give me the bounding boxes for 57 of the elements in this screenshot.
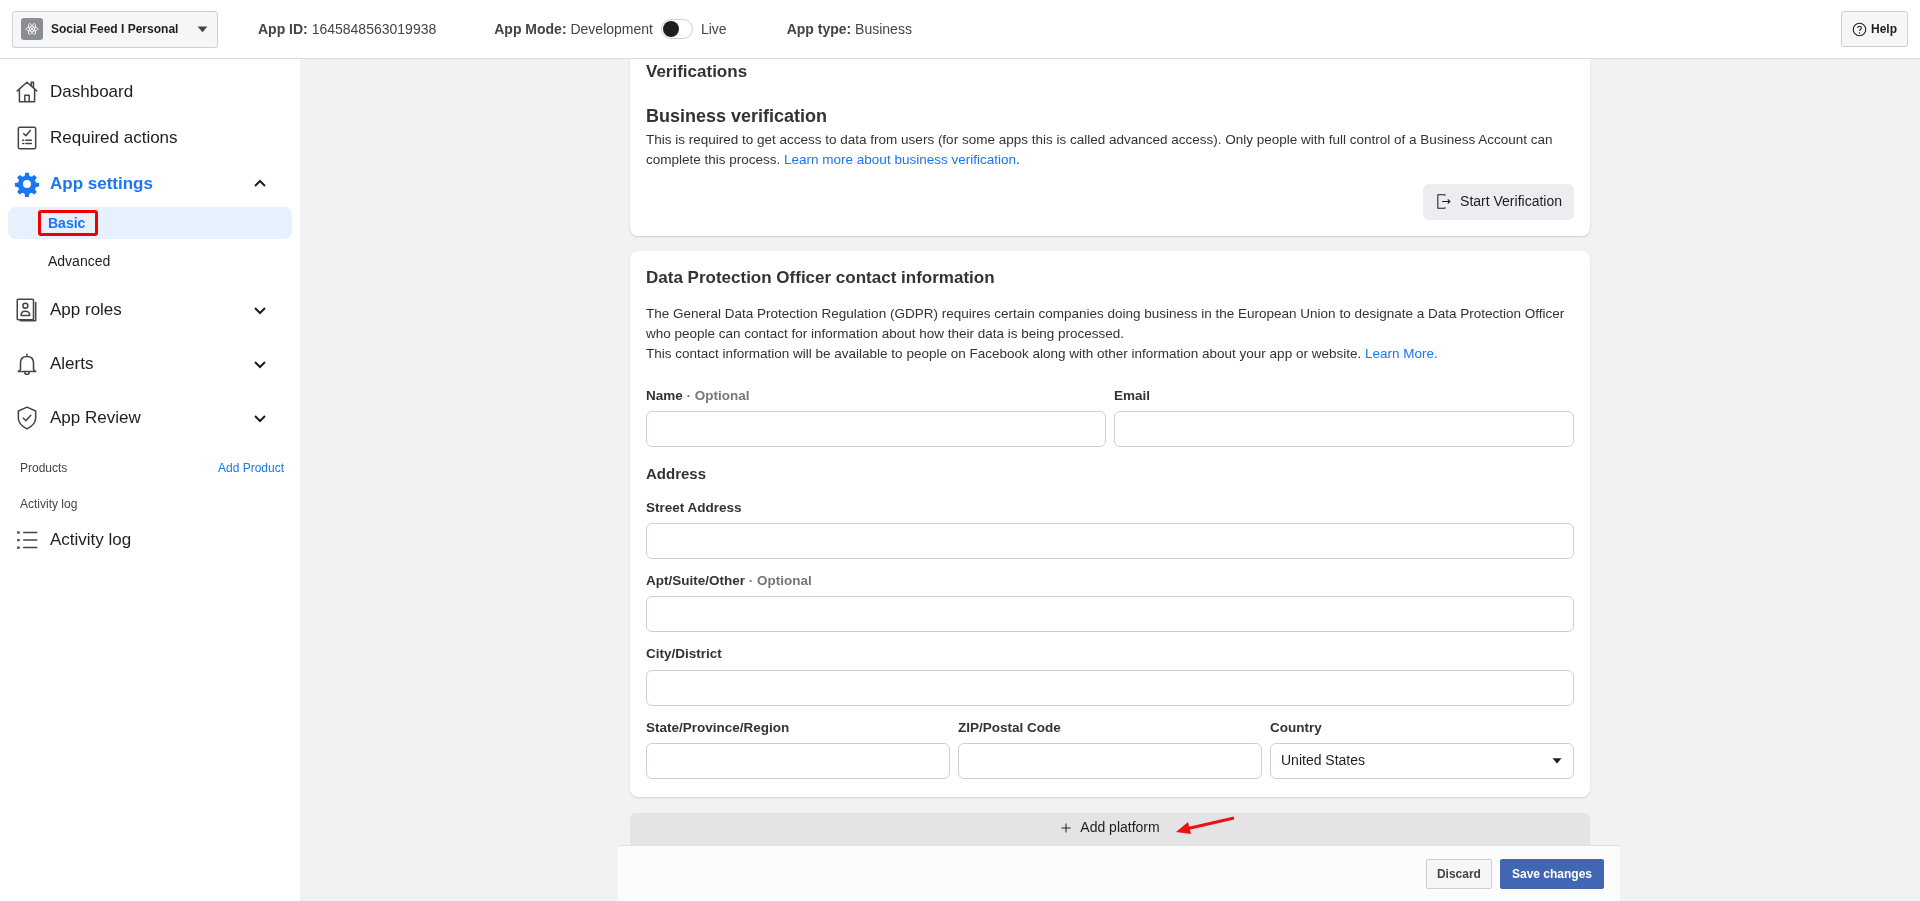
sidebar-item[interactable]: Dashboard xyxy=(0,69,300,115)
plus-icon xyxy=(1060,822,1073,835)
add-platform-button[interactable]: Add platform xyxy=(1056,817,1164,836)
field-label: State/Province/Region xyxy=(646,718,791,737)
sidebar-item[interactable]: App settings xyxy=(0,161,300,207)
input-field[interactable] xyxy=(1114,411,1574,448)
app-id-text: App ID: 1645848563019938 xyxy=(258,19,437,39)
input-field[interactable] xyxy=(646,523,1574,559)
field-label: Street Address xyxy=(646,498,743,517)
description-text: This is required to get access to data from users (for some apps this is called advanced access). Only people with full control of a Business Account can complete this process. Learn more about business verification. xyxy=(646,130,1554,169)
add-product-link[interactable]: Add Product xyxy=(217,459,284,477)
learn-more-link[interactable]: Learn More. xyxy=(1364,346,1438,361)
description-text: The General Data Protection Regulation (GDPR) requires certain companies doing business in the European Union to designate a Data Protection Officer who people can contact for information about how their data is being processed. xyxy=(646,305,1566,343)
discard-button[interactable]: Discard xyxy=(1425,858,1492,889)
section-label: Activity log xyxy=(19,496,79,513)
gear-icon xyxy=(14,171,40,197)
sidebar-item[interactable]: Required actions xyxy=(0,115,300,161)
address-heading: Address xyxy=(646,464,708,485)
input-field[interactable] xyxy=(646,669,1574,706)
field-label: Name · Optional xyxy=(646,387,751,405)
sidebar-item[interactable]: App Review xyxy=(0,391,300,445)
field-label: Email xyxy=(1114,387,1152,405)
card-title: Data Protection Officer contact information xyxy=(646,266,996,289)
help-button[interactable]: Help xyxy=(1841,11,1908,47)
caret-down-icon xyxy=(196,24,209,34)
sidebar-item[interactable]: Activity log xyxy=(0,517,300,563)
live-label: Live xyxy=(700,19,727,39)
country-select[interactable]: United States xyxy=(1270,742,1574,779)
input-field[interactable] xyxy=(646,596,1574,633)
description-text: This contact information will be available to people on Facebook along with other information about your app or website. Learn More. xyxy=(646,345,1439,363)
app-logo-icon xyxy=(21,18,43,40)
save-changes-button[interactable]: Save changes xyxy=(1499,858,1604,889)
field-label: Apt/Suite/Other · Optional xyxy=(646,572,813,590)
field-label: Country xyxy=(1270,718,1323,737)
sidebar-item[interactable]: Alerts xyxy=(0,337,300,391)
caret-down-icon xyxy=(1551,756,1563,766)
section-heading: Verifications xyxy=(646,61,749,83)
app-mode-toggle[interactable] xyxy=(660,19,693,39)
subsection-heading: Business verification xyxy=(646,104,829,128)
app-mode-label: App Mode: Development xyxy=(494,19,653,39)
input-field[interactable] xyxy=(646,411,1106,448)
field-label: ZIP/Postal Code xyxy=(958,718,1062,737)
start-verification-button[interactable]: Start Verification xyxy=(1423,183,1574,220)
learn-more-link[interactable]: Learn more about business verification xyxy=(784,151,1016,167)
help-icon xyxy=(1852,21,1867,37)
app-type-text: App type: Business xyxy=(786,19,912,39)
exit-icon xyxy=(1435,193,1453,210)
sidebar-subitem[interactable]: Advanced xyxy=(8,245,292,277)
input-field[interactable] xyxy=(646,742,950,779)
sidebar-item[interactable]: App roles xyxy=(0,283,300,337)
house-icon xyxy=(14,79,40,105)
app-selector[interactable]: Social Feed I Personal xyxy=(12,10,218,48)
sidebar-subitem[interactable]: Basic xyxy=(8,207,292,239)
input-field[interactable] xyxy=(958,742,1262,779)
field-label: City/District xyxy=(646,645,723,664)
annotation-arrow xyxy=(1176,816,1235,834)
section-label: Products xyxy=(19,460,69,477)
